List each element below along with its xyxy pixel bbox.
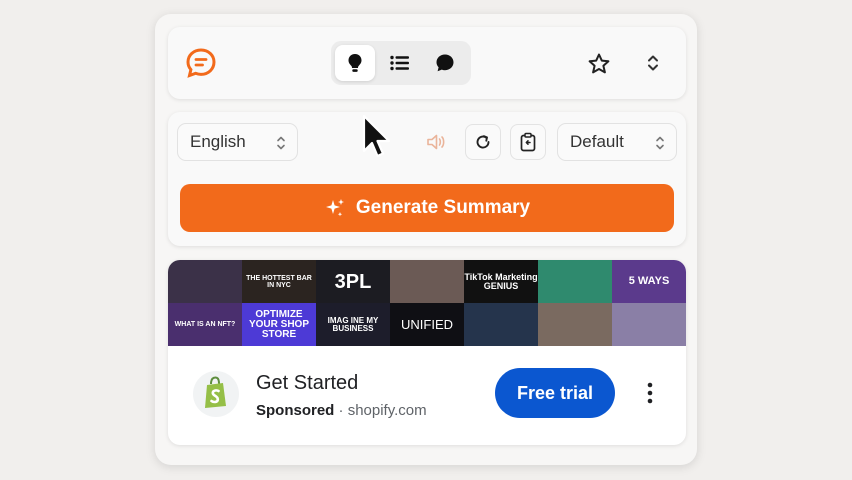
collage-tile: WHAT IS AN NFT? xyxy=(168,303,242,346)
sparkle-icon xyxy=(325,199,344,217)
chevron-updown-icon xyxy=(277,136,285,150)
favorite-button[interactable] xyxy=(585,50,613,78)
style-select-value: Default xyxy=(570,132,624,151)
list-icon xyxy=(390,55,409,71)
regenerate-button[interactable] xyxy=(465,124,501,160)
free-trial-button[interactable]: Free trial xyxy=(495,368,615,418)
collage-tile: UNIFIED xyxy=(390,303,464,346)
app-logo-icon xyxy=(185,47,217,79)
separator: · xyxy=(338,402,344,419)
collage-tile: 5 WAYS xyxy=(612,260,686,303)
star-icon xyxy=(588,53,610,74)
ad-title[interactable]: Get Started xyxy=(256,372,358,395)
ad-domain[interactable]: shopify.com xyxy=(348,402,427,419)
ad-options-button[interactable] xyxy=(640,380,660,406)
collage-tile: IMAG INE MY BUSINESS xyxy=(316,303,390,346)
read-aloud-button[interactable] xyxy=(424,130,450,154)
collage-tile: OPTIMIZE YOUR SHOP STORE xyxy=(242,303,316,346)
language-select-value: English xyxy=(190,132,246,151)
tab-outline[interactable] xyxy=(380,45,420,81)
collage-tile xyxy=(538,260,612,303)
lightbulb-icon xyxy=(348,54,362,72)
generate-summary-label: Generate Summary xyxy=(355,197,531,218)
collage-tile xyxy=(612,303,686,346)
sponsored-label: Sponsored xyxy=(256,402,335,419)
chat-bubble-icon xyxy=(436,54,454,72)
collage-tile: 3PL xyxy=(316,260,390,303)
ad-banner-image[interactable]: THE HOTTEST BAR IN NYC 3PL TikTok Market… xyxy=(168,260,686,346)
speaker-icon xyxy=(427,134,445,150)
ad-subline: Sponsored · shopify.com xyxy=(256,402,427,419)
view-tabs xyxy=(331,41,471,85)
collage-tile: TikTok Marketing GENIUS xyxy=(464,260,538,303)
tab-summary[interactable] xyxy=(335,45,375,81)
language-select[interactable]: English xyxy=(177,123,298,161)
copy-button[interactable] xyxy=(510,124,546,160)
generate-summary-button[interactable]: Generate Summary xyxy=(180,184,674,232)
collage-tile xyxy=(168,260,242,303)
collage-tile xyxy=(390,260,464,303)
style-select[interactable]: Default xyxy=(557,123,677,161)
chevron-updown-icon xyxy=(648,55,658,71)
more-vertical-icon xyxy=(647,382,653,404)
tab-chat[interactable] xyxy=(425,45,465,81)
collage-tile xyxy=(464,303,538,346)
chevron-updown-icon xyxy=(656,136,664,150)
collage-tile: THE HOTTEST BAR IN NYC xyxy=(242,260,316,303)
refresh-icon xyxy=(476,135,490,149)
clipboard-icon xyxy=(520,132,536,152)
collage-tile xyxy=(538,303,612,346)
mouse-cursor-icon xyxy=(362,114,392,169)
shopify-logo-icon xyxy=(192,370,240,418)
expand-collapse-button[interactable] xyxy=(642,51,664,75)
